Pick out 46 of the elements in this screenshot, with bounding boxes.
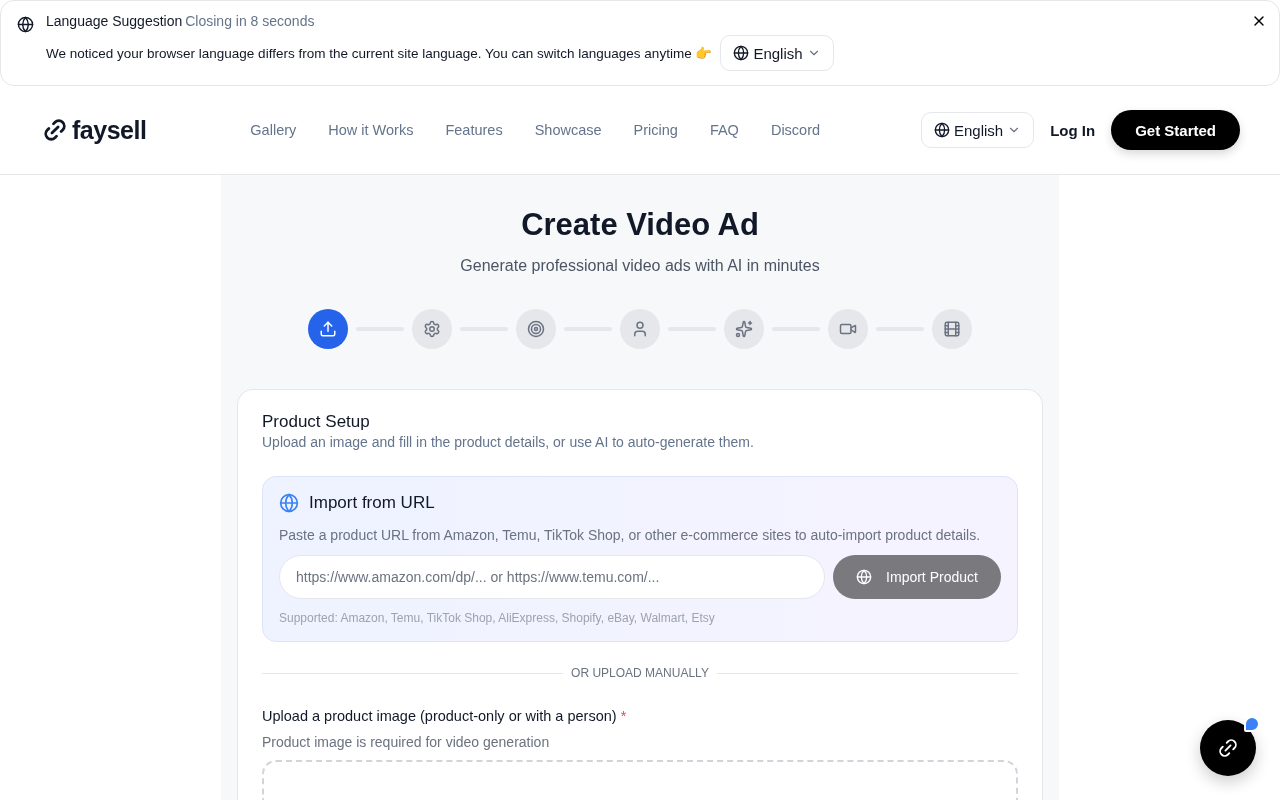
banner-message: We noticed your browser language differs from the current site language. You can switch languages anytime 👉 bbox=[46, 45, 713, 61]
sparkles-icon bbox=[735, 320, 753, 338]
upload-step[interactable] bbox=[308, 309, 348, 349]
nav-link[interactable]: FAQ bbox=[709, 122, 739, 138]
upload-hint: Product image is required for video generation bbox=[262, 734, 551, 750]
login-link[interactable]: Log In bbox=[1050, 121, 1096, 139]
import-title: Import from URL bbox=[309, 493, 435, 513]
card-description: Upload an image and fill in the product details, or use AI to auto-generate them. bbox=[262, 434, 755, 450]
logo[interactable]: faysell bbox=[42, 115, 147, 145]
upload-icon bbox=[319, 320, 337, 338]
user-icon bbox=[631, 320, 649, 338]
user-step[interactable] bbox=[620, 309, 660, 349]
settings-step[interactable] bbox=[412, 309, 452, 349]
globe-icon bbox=[733, 45, 750, 61]
url-input[interactable]: https://www.amazon.com/dp/... or https://www.temu.com/... bbox=[279, 555, 825, 599]
target-step[interactable] bbox=[516, 309, 556, 349]
import-button[interactable]: Import Product bbox=[833, 555, 1001, 599]
sparkles-step[interactable] bbox=[724, 309, 764, 349]
divider-label: OR UPLOAD MANUALLY bbox=[571, 666, 709, 680]
globe-icon bbox=[856, 569, 873, 585]
film-step[interactable] bbox=[932, 309, 972, 349]
page-title: Create Video Ad bbox=[521, 207, 759, 243]
nav-link[interactable]: Pricing bbox=[633, 122, 678, 138]
supported-sites: Supported: Amazon, Temu, TikTok Shop, AliExpress, Shopify, eBay, Walmart, Etsy bbox=[279, 611, 716, 625]
banner-title: Language Suggestion Closing in 8 seconds bbox=[46, 13, 316, 29]
globe-icon bbox=[279, 493, 299, 513]
nav-link[interactable]: How it Works bbox=[328, 122, 414, 138]
globe-icon bbox=[933, 122, 950, 138]
film-icon bbox=[943, 320, 961, 338]
language-button[interactable]: English bbox=[920, 112, 1035, 148]
gear-icon bbox=[423, 320, 441, 338]
nav-link[interactable]: Discord bbox=[770, 122, 821, 138]
video-step[interactable] bbox=[828, 309, 868, 349]
nav-link[interactable]: Features bbox=[445, 122, 503, 138]
language-button[interactable]: English bbox=[720, 35, 834, 71]
card-title: Product Setup bbox=[262, 412, 371, 432]
page-subtitle: Generate professional video ads with AI in minutes bbox=[460, 257, 820, 275]
globe-icon bbox=[17, 16, 34, 33]
chat-bubble-icon bbox=[1244, 716, 1260, 732]
import-description: Paste a product URL from Amazon, Temu, TikTok Shop, or other e-commerce sites to auto-import product details. bbox=[279, 527, 982, 543]
chat-button[interactable] bbox=[1200, 720, 1256, 776]
target-icon bbox=[527, 320, 545, 338]
nav-link[interactable]: Gallery bbox=[250, 122, 297, 138]
nav-link[interactable]: Showcase bbox=[534, 122, 602, 138]
get-started-button[interactable]: Get Started bbox=[1111, 110, 1240, 150]
upload-label: Upload a product image (product-only or with a person) * bbox=[262, 708, 628, 724]
